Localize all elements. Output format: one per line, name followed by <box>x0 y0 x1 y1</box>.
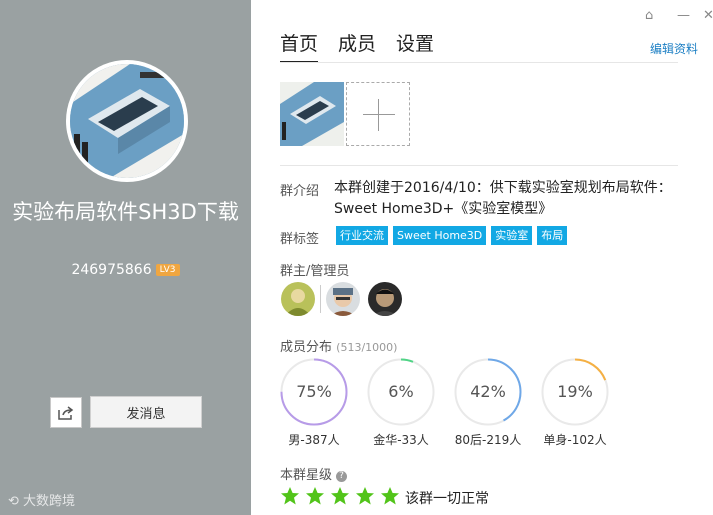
stat-gender[interactable]: 75% <box>280 358 348 426</box>
help-icon[interactable]: ? <box>336 471 348 482</box>
star-icon <box>281 487 299 505</box>
tag-item[interactable]: Sweet Home3D <box>393 226 487 245</box>
tab-settings[interactable]: 设置 <box>396 29 434 63</box>
group-name: 实验布局软件SH3D下载 <box>12 200 239 224</box>
tab-members[interactable]: 成员 <box>338 29 376 63</box>
stat-percent: 19% <box>557 382 593 401</box>
tab-divider <box>280 62 678 63</box>
tags-label: 群标签 <box>280 232 320 247</box>
intro-text: 本群创建于2016/4/10：供下载实验室规划布局软件： Sweet Home3… <box>334 180 672 217</box>
watermark-text: 大数跨境 <box>23 494 76 509</box>
star-icon <box>356 487 374 505</box>
admin-separator <box>320 285 321 313</box>
rating-status: 该群一切正常 <box>405 491 489 507</box>
stat-region[interactable]: 6% <box>367 358 435 426</box>
share-icon <box>58 405 74 420</box>
minimize-button[interactable]: — <box>677 8 690 23</box>
section-divider <box>280 165 678 166</box>
stat-percent: 42% <box>470 382 506 401</box>
star-icon <box>381 487 399 505</box>
rating-title: 本群星级 <box>280 468 333 483</box>
stat-caption: 男-387人 <box>288 433 340 447</box>
admin-avatar[interactable] <box>368 282 402 316</box>
group-id-row: 246975866 LV3 <box>0 262 251 278</box>
admin-avatar[interactable] <box>326 282 360 316</box>
tag-item[interactable]: 行业交流 <box>336 226 388 245</box>
admin-list <box>281 282 402 316</box>
star-icon <box>331 487 349 505</box>
add-photo-button[interactable] <box>346 82 410 146</box>
group-photo[interactable] <box>280 82 344 146</box>
watermark-logo-icon: ⟲ <box>8 494 24 509</box>
tab-home[interactable]: 首页 <box>280 29 319 63</box>
close-button[interactable]: ✕ <box>703 8 713 23</box>
stat-age[interactable]: 42% <box>454 358 522 426</box>
admins-label: 群主/管理员 <box>280 264 350 279</box>
stat-caption: 80后-219人 <box>454 433 522 447</box>
stat-caption: 单身-102人 <box>543 433 607 447</box>
group-avatar[interactable] <box>70 64 184 178</box>
tag-item[interactable]: 布局 <box>537 226 568 245</box>
stat-percent: 6% <box>388 382 414 401</box>
level-badge: LV3 <box>155 264 180 276</box>
member-count: (513/1000) <box>336 341 398 354</box>
stat-caption: 金华-33人 <box>373 433 429 447</box>
distribution-label: 成员分布 (513/1000) <box>280 336 397 355</box>
send-message-button[interactable]: 发消息 <box>90 396 202 428</box>
edit-profile-link[interactable]: 编辑资料 <box>650 40 698 57</box>
share-button[interactable] <box>50 397 82 428</box>
tab-bar: 首页 成员 设置 <box>280 29 434 63</box>
star-icon <box>306 487 324 505</box>
tag-item[interactable]: 实验室 <box>491 226 533 245</box>
intro-label: 群介绍 <box>280 184 320 199</box>
watermark: ⟲ 大数跨境 <box>8 490 75 509</box>
profile-panel: 实验布局软件SH3D下载 246975866 LV3 发消息 ⟲ 大数跨境 <box>0 0 251 515</box>
skin-icon[interactable]: ⌂ <box>645 8 653 23</box>
group-id: 246975866 <box>71 262 152 278</box>
owner-avatar[interactable] <box>281 282 315 316</box>
tag-list: 行业交流 Sweet Home3D 实验室 布局 <box>336 226 568 245</box>
star-rating <box>280 486 400 506</box>
stat-single[interactable]: 19% <box>541 358 609 426</box>
distribution-title: 成员分布 <box>280 340 333 355</box>
rating-label: 本群星级? <box>280 464 348 483</box>
stat-percent: 75% <box>296 382 332 401</box>
